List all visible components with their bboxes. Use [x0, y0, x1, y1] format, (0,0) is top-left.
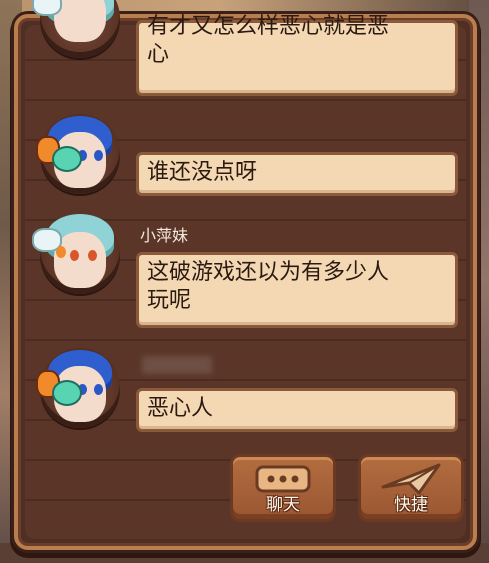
player-avatar[interactable]	[38, 114, 120, 194]
eye	[94, 384, 103, 395]
chat-bubble: 这破游戏还以为有多少人 玩呢	[136, 252, 458, 328]
chat-bubble: 恶心人	[136, 388, 458, 432]
player-avatar[interactable]	[34, 214, 120, 294]
chat-bubble: 谁还没点呀	[136, 152, 458, 196]
eye	[88, 250, 97, 261]
hair-bow	[34, 0, 60, 14]
quick-button[interactable]: 快捷	[358, 454, 464, 522]
hair-bow	[34, 230, 60, 250]
face	[54, 0, 106, 42]
eye	[70, 250, 79, 261]
face	[54, 232, 106, 288]
message-line: 玩呢	[147, 288, 192, 313]
sender-name[interactable]: 小萍妹	[140, 222, 188, 246]
message-line: 有才又怎么样恶心就是恶	[147, 14, 390, 39]
green-orb	[54, 148, 80, 170]
quick-button-label: 快捷	[394, 495, 428, 515]
message-line: 恶心人	[147, 396, 214, 421]
sender-name-obscured	[142, 356, 212, 374]
player-avatar[interactable]	[34, 0, 120, 58]
chat-panel: 有才又怎么样恶心就是恶 心 谁还没点呀 小萍妹 这破游戏还以为有多少人 玩呢 恶…	[14, 0, 477, 550]
player-avatar[interactable]	[38, 348, 120, 428]
message-line: 这破游戏还以为有多少人	[147, 260, 390, 285]
message-line: 谁还没点呀	[147, 160, 258, 185]
green-orb	[54, 382, 80, 404]
chat-button-label: 聊天	[266, 495, 300, 515]
chat-bubble: 有才又怎么样恶心就是恶 心	[136, 14, 458, 96]
message-line: 心	[147, 42, 170, 67]
chat-button[interactable]: 聊天	[230, 454, 336, 522]
hair-clip	[56, 246, 66, 258]
eye	[94, 150, 103, 161]
